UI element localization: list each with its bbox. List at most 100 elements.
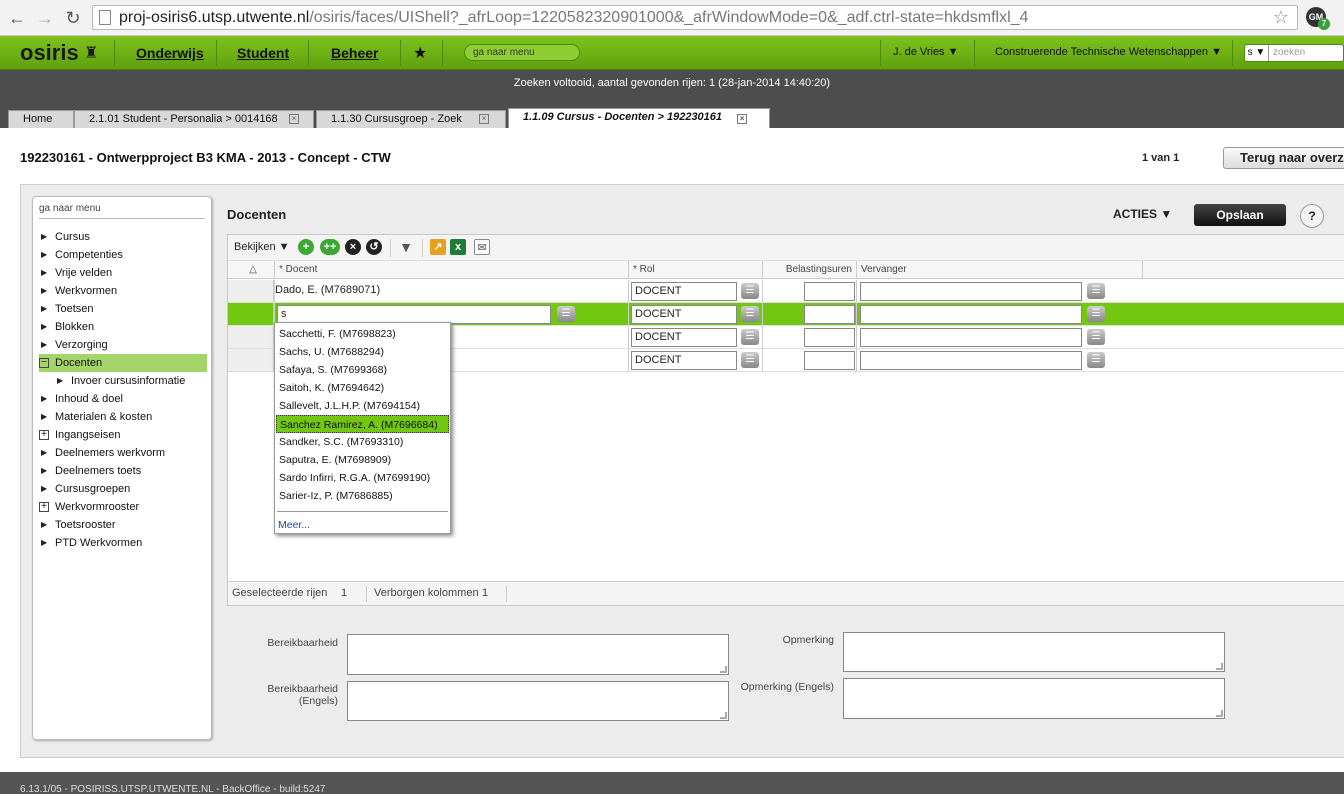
forward-arrow-icon[interactable]: →: [34, 8, 56, 28]
collapse-icon[interactable]: −: [39, 358, 49, 368]
resize-handle-icon[interactable]: [720, 712, 727, 719]
vervanger-input[interactable]: [860, 328, 1082, 347]
expand-icon[interactable]: +: [39, 502, 49, 512]
sidemenu-item-ingangseisen[interactable]: + Ingangseisen: [39, 426, 207, 444]
sidemenu-item-vrije-velden[interactable]: ▶ Vrije velden: [39, 264, 207, 282]
sidemenu-item-werkvormrooster[interactable]: + Werkvormrooster: [39, 498, 207, 516]
list-lookup-icon[interactable]: ☰: [1087, 306, 1105, 322]
opmerking-engels-textarea[interactable]: [843, 678, 1225, 719]
rol-input[interactable]: DOCENT: [631, 328, 737, 347]
side-menu-search-input[interactable]: ga naar menu: [39, 203, 205, 219]
vervanger-input[interactable]: [860, 351, 1082, 370]
sidemenu-item-invoer-cursusinformatie[interactable]: ▶ Invoer cursusinformatie: [39, 372, 207, 390]
address-bar[interactable]: proj-osiris6.utsp.utwente.nl/osiris/face…: [92, 5, 1298, 30]
delete-row-icon[interactable]: ×: [345, 239, 361, 255]
nav-student[interactable]: Student: [237, 45, 289, 61]
sidemenu-item-deelnemers-werkvorm[interactable]: ▶ Deelnemers werkvorm: [39, 444, 207, 462]
back-to-overview-button[interactable]: Terug naar overzicht: [1223, 147, 1344, 169]
back-arrow-icon[interactable]: ←: [6, 8, 28, 28]
undo-icon[interactable]: ↺: [366, 239, 382, 255]
suggestion-item[interactable]: Sandker, S.C. (M7693310): [276, 433, 449, 451]
add-row-icon[interactable]: +: [298, 239, 314, 255]
sidemenu-item-werkvormen[interactable]: ▶ Werkvormen: [39, 282, 207, 300]
bereikbaarheid-engels-textarea[interactable]: [347, 681, 729, 721]
list-lookup-icon[interactable]: ☰: [741, 306, 759, 322]
filter-icon[interactable]: ▼: [398, 239, 414, 255]
row-header[interactable]: [228, 303, 274, 325]
reload-icon[interactable]: ↻: [62, 8, 84, 28]
sort-icon[interactable]: △: [228, 261, 274, 279]
sidemenu-item-cursus[interactable]: ▶ Cursus: [39, 228, 207, 246]
user-menu[interactable]: J. de Vries ▼: [893, 46, 959, 58]
col-rol[interactable]: * Rol: [628, 261, 762, 279]
list-lookup-icon[interactable]: ☰: [1087, 352, 1105, 368]
rol-input[interactable]: DOCENT: [631, 305, 737, 324]
list-lookup-icon[interactable]: ☰: [741, 329, 759, 345]
tab-student-personalia[interactable]: 2.1.01 Student - Personalia > 0014168 ×: [74, 110, 314, 128]
excel-icon[interactable]: x: [450, 239, 466, 255]
vervanger-input[interactable]: [860, 282, 1082, 301]
rol-input[interactable]: DOCENT: [631, 282, 737, 301]
sidemenu-item-toetsrooster[interactable]: ▶ Toetsrooster: [39, 516, 207, 534]
belastingsuren-input[interactable]: [804, 305, 855, 324]
bookmark-star-icon[interactable]: ☆: [1273, 6, 1289, 29]
favorites-star-icon[interactable]: ★: [413, 43, 427, 63]
view-menu[interactable]: Bekijken ▼: [234, 241, 290, 253]
more-link[interactable]: Meer...: [278, 519, 310, 531]
sidemenu-item-verzorging[interactable]: ▶ Verzorging: [39, 336, 207, 354]
tab-cursus-docenten[interactable]: 1.1.09 Cursus - Docenten > 192230161 ×: [508, 108, 770, 128]
belastingsuren-input[interactable]: [804, 328, 855, 347]
nav-beheer[interactable]: Beheer: [331, 45, 378, 61]
suggestion-item[interactable]: Safaya, S. (M7699368): [276, 361, 449, 379]
sidemenu-item-toetsen[interactable]: ▶ Toetsen: [39, 300, 207, 318]
belastingsuren-input[interactable]: [804, 351, 855, 370]
sidemenu-item-docenten[interactable]: − Docenten: [39, 354, 207, 372]
list-lookup-icon[interactable]: ☰: [1087, 283, 1105, 299]
list-lookup-icon[interactable]: ☰: [741, 283, 759, 299]
nav-onderwijs[interactable]: Onderwijs: [136, 45, 204, 61]
help-button[interactable]: ?: [1300, 204, 1324, 228]
expand-icon[interactable]: +: [39, 430, 49, 440]
row-header[interactable]: [228, 280, 274, 302]
col-vervanger[interactable]: Vervanger: [856, 261, 1142, 279]
sidemenu-item-inhoud-doel[interactable]: ▶ Inhoud & doel: [39, 390, 207, 408]
suggestion-item-highlighted[interactable]: Sanchez Ramirez, A. (M7696684): [276, 415, 449, 433]
sidemenu-item-materialen-kosten[interactable]: ▶ Materialen & kosten: [39, 408, 207, 426]
sidemenu-item-blokken[interactable]: ▶ Blokken: [39, 318, 207, 336]
table-row[interactable]: Dado, E. (M7689071) DOCENT ☰ ☰: [228, 280, 1344, 303]
list-lookup-icon[interactable]: ☰: [1087, 329, 1105, 345]
global-search[interactable]: s ▼ zoeken: [1244, 44, 1344, 62]
faculty-menu[interactable]: Construerende Technische Wetenschappen ▼: [995, 46, 1222, 58]
sidemenu-item-deelnemers-toets[interactable]: ▶ Deelnemers toets: [39, 462, 207, 480]
col-belastingsuren[interactable]: Belastingsuren: [762, 261, 856, 279]
suggestion-item[interactable]: Saputra, E. (M7698909): [276, 451, 449, 469]
sidemenu-item-cursusgroepen[interactable]: ▶ Cursusgroepen: [39, 480, 207, 498]
close-icon[interactable]: ×: [737, 114, 747, 124]
suggestion-item[interactable]: Sallevelt, J.L.H.P. (M7694154): [276, 397, 449, 415]
vervanger-input[interactable]: [860, 305, 1082, 324]
tab-cursusgroep-zoek[interactable]: 1.1.30 Cursusgroep - Zoek ×: [316, 110, 506, 128]
save-button[interactable]: Opslaan: [1194, 204, 1286, 226]
list-lookup-icon[interactable]: ☰: [741, 352, 759, 368]
suggestion-item[interactable]: Sachs, U. (M7688294): [276, 343, 449, 361]
actions-menu[interactable]: ACTIES ▼: [1113, 207, 1172, 221]
rol-input[interactable]: DOCENT: [631, 351, 737, 370]
suggestion-item[interactable]: Sardo Infirri, R.G.A. (M7699190): [276, 469, 449, 487]
belastingsuren-input[interactable]: [804, 282, 855, 301]
sidemenu-item-ptd-werkvormen[interactable]: ▶ PTD Werkvormen: [39, 534, 207, 552]
opmerking-textarea[interactable]: [843, 632, 1225, 672]
export-icon[interactable]: ↗: [430, 239, 446, 255]
row-header[interactable]: [228, 326, 274, 348]
bereikbaarheid-textarea[interactable]: [347, 634, 729, 675]
list-lookup-icon[interactable]: ☰: [557, 306, 575, 322]
resize-handle-icon[interactable]: [720, 666, 727, 673]
tab-home[interactable]: Home: [8, 110, 74, 128]
search-scope-select[interactable]: s ▼: [1245, 45, 1269, 61]
goto-menu-input[interactable]: ga naar menu: [464, 44, 580, 61]
col-docent[interactable]: * Docent: [274, 261, 628, 279]
close-icon[interactable]: ×: [289, 114, 299, 124]
suggestion-item[interactable]: Sarier-Iz, P. (M7686885): [276, 487, 449, 505]
resize-handle-icon[interactable]: [1216, 710, 1223, 717]
row-header[interactable]: [228, 349, 274, 371]
search-input[interactable]: zoeken: [1269, 47, 1305, 58]
